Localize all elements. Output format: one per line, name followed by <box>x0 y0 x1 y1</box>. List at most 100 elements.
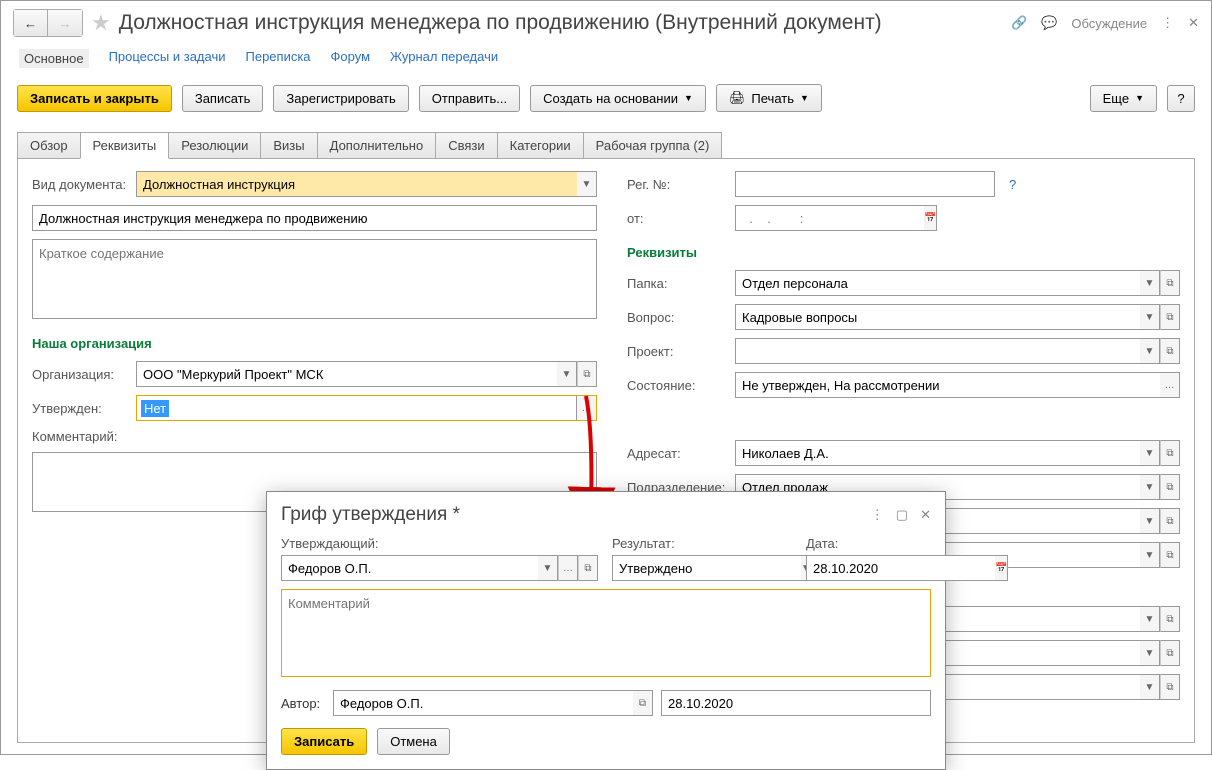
dropdown-icon[interactable]: ▼ <box>1140 674 1160 700</box>
dropdown-icon[interactable]: ▼ <box>1140 304 1160 330</box>
doc-type-label: Вид документа: <box>32 177 128 192</box>
calendar-icon[interactable]: 📅 <box>995 555 1008 581</box>
question-label: Вопрос: <box>627 310 727 325</box>
nav-buttons: ← → <box>13 9 83 37</box>
author-date-input[interactable] <box>661 690 931 716</box>
open-icon[interactable]: ⧉ <box>1160 304 1180 330</box>
author-label: Автор: <box>281 696 325 711</box>
calendar-icon[interactable]: 📅 <box>924 205 937 231</box>
ellipsis-icon[interactable]: … <box>576 396 596 420</box>
dropdown-icon[interactable]: ▼ <box>1140 440 1160 466</box>
dropdown-icon[interactable]: ▼ <box>1140 270 1160 296</box>
tab-workgroup[interactable]: Рабочая группа (2) <box>583 132 723 159</box>
open-icon[interactable]: ⧉ <box>1160 674 1180 700</box>
discussion-icon[interactable]: 💬 <box>1041 15 1057 31</box>
result-input[interactable] <box>612 555 801 581</box>
tab-overview[interactable]: Обзор <box>17 132 81 159</box>
open-icon[interactable]: ⧉ <box>1160 542 1180 568</box>
folder-label: Папка: <box>627 276 727 291</box>
dropdown-icon[interactable]: ▼ <box>1140 542 1160 568</box>
dialog-kebab-icon[interactable]: ⋮ <box>871 507 884 523</box>
nav-main[interactable]: Основное <box>19 49 89 68</box>
state-input[interactable] <box>735 372 1160 398</box>
kebab-menu-icon[interactable]: ⋮ <box>1161 15 1174 31</box>
tab-resolutions[interactable]: Резолюции <box>168 132 261 159</box>
doc-name-input[interactable] <box>32 205 597 231</box>
discussion-label[interactable]: Обсуждение <box>1071 16 1147 31</box>
more-button[interactable]: Еще ▼ <box>1090 85 1157 112</box>
tab-additional[interactable]: Дополнительно <box>317 132 437 159</box>
open-icon[interactable]: ⧉ <box>1160 508 1180 534</box>
open-icon[interactable]: ⧉ <box>1160 440 1180 466</box>
tab-categories[interactable]: Категории <box>497 132 584 159</box>
summary-textarea[interactable] <box>32 239 597 319</box>
open-icon[interactable]: ⧉ <box>1160 640 1180 666</box>
ellipsis-icon[interactable]: … <box>1160 372 1180 398</box>
close-icon[interactable]: ✕ <box>1188 15 1199 31</box>
dropdown-icon[interactable]: ▼ <box>1140 474 1160 500</box>
reg-no-input[interactable] <box>735 171 995 197</box>
tab-visas[interactable]: Визы <box>260 132 317 159</box>
printer-icon: 🖨 <box>729 90 746 106</box>
addressee-input[interactable] <box>735 440 1140 466</box>
ellipsis-icon[interactable]: … <box>558 555 578 581</box>
save-button[interactable]: Записать <box>182 85 264 112</box>
open-icon[interactable]: ⧉ <box>633 690 653 716</box>
approved-value: Нет <box>141 400 169 417</box>
open-icon[interactable]: ⧉ <box>578 555 598 581</box>
nav-forum[interactable]: Форум <box>331 49 371 68</box>
approver-input[interactable] <box>281 555 538 581</box>
back-button[interactable]: ← <box>14 10 48 36</box>
org-input[interactable] <box>136 361 557 387</box>
dropdown-icon[interactable]: ▼ <box>1140 606 1160 632</box>
print-button[interactable]: 🖨Печать ▼ <box>716 84 822 112</box>
doc-type-input[interactable] <box>136 171 577 197</box>
open-icon[interactable]: ⧉ <box>577 361 597 387</box>
tab-links[interactable]: Связи <box>435 132 497 159</box>
author-input[interactable] <box>333 690 633 716</box>
org-label: Организация: <box>32 367 128 382</box>
project-input[interactable] <box>735 338 1140 364</box>
date-input[interactable] <box>806 555 995 581</box>
dropdown-icon[interactable]: ▼ <box>557 361 577 387</box>
approved-input-wrap[interactable]: Нет … <box>136 395 597 421</box>
from-date-input[interactable] <box>735 205 924 231</box>
help-button[interactable]: ? <box>1167 85 1195 112</box>
dialog-title: Гриф утверждения * <box>281 504 871 526</box>
hint-icon[interactable]: ? <box>1009 177 1016 192</box>
approver-label: Утверждающий: <box>281 536 598 551</box>
state-label: Состояние: <box>627 378 727 393</box>
requisites-section: Реквизиты <box>627 245 1180 260</box>
tab-requisites[interactable]: Реквизиты <box>80 132 170 159</box>
nav-transfer-log[interactable]: Журнал передачи <box>390 49 498 68</box>
dropdown-icon[interactable]: ▼ <box>1140 640 1160 666</box>
open-icon[interactable]: ⧉ <box>1160 270 1180 296</box>
star-icon[interactable]: ★ <box>91 10 111 36</box>
result-label: Результат: <box>612 536 792 551</box>
register-button[interactable]: Зарегистрировать <box>273 85 408 112</box>
dropdown-icon[interactable]: ▼ <box>577 171 597 197</box>
our-org-section: Наша организация <box>32 336 597 351</box>
dropdown-icon[interactable]: ▼ <box>1140 338 1160 364</box>
send-button[interactable]: Отправить... <box>419 85 520 112</box>
reg-no-label: Рег. №: <box>627 177 727 192</box>
open-icon[interactable]: ⧉ <box>1160 338 1180 364</box>
question-input[interactable] <box>735 304 1140 330</box>
link-icon[interactable]: 🔗 <box>1011 15 1027 31</box>
dialog-save-button[interactable]: Записать <box>281 728 367 755</box>
approval-dialog: Гриф утверждения * ⋮ ▢ ✕ Утверждающий: ▼… <box>266 491 946 770</box>
dialog-close-icon[interactable]: ✕ <box>920 507 931 523</box>
dialog-maximize-icon[interactable]: ▢ <box>896 507 908 523</box>
forward-button[interactable]: → <box>48 10 82 36</box>
nav-processes[interactable]: Процессы и задачи <box>109 49 226 68</box>
dialog-cancel-button[interactable]: Отмена <box>377 728 450 755</box>
dropdown-icon[interactable]: ▼ <box>1140 508 1160 534</box>
nav-correspondence[interactable]: Переписка <box>246 49 311 68</box>
save-close-button[interactable]: Записать и закрыть <box>17 85 172 112</box>
dialog-comment-textarea[interactable] <box>281 589 931 677</box>
folder-input[interactable] <box>735 270 1140 296</box>
open-icon[interactable]: ⧉ <box>1160 474 1180 500</box>
dropdown-icon[interactable]: ▼ <box>538 555 558 581</box>
open-icon[interactable]: ⧉ <box>1160 606 1180 632</box>
create-based-button[interactable]: Создать на основании ▼ <box>530 85 706 112</box>
